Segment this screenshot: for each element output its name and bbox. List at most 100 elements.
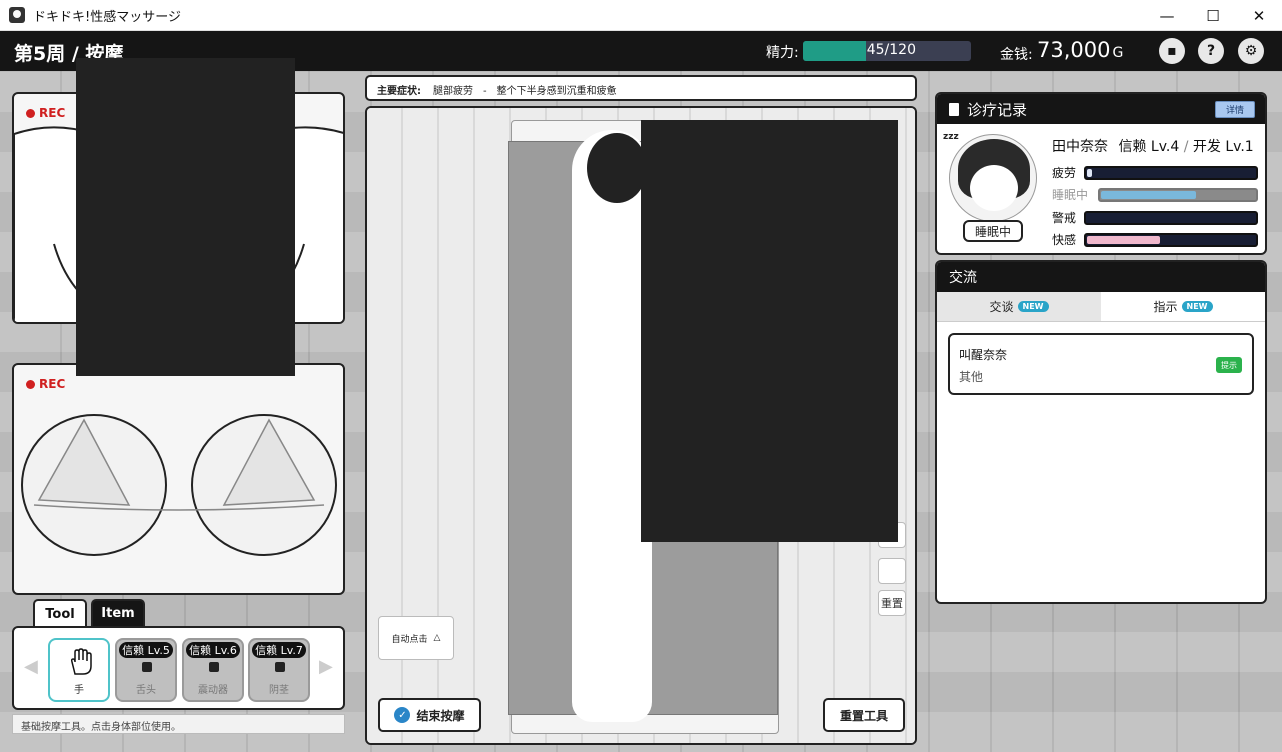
trust-level: 信赖 Lv.4 — [1118, 139, 1180, 155]
stat-fill — [1087, 235, 1160, 244]
stamina-label: 精力: — [766, 45, 799, 61]
tool-tongue[interactable]: 信赖 Lv.5 舌头 — [115, 638, 177, 702]
tab-instruct[interactable]: 指示 NEW — [1101, 292, 1265, 321]
prev-arrow-icon[interactable]: ◀ — [24, 656, 38, 677]
stamina-value: 45/120 — [866, 42, 916, 58]
tool-label: 舌头 — [136, 685, 156, 696]
rec-label: REC — [39, 377, 66, 391]
end-massage-button[interactable]: ✓ 结束按摩 — [378, 698, 481, 732]
stat-label: 疲劳 — [1052, 166, 1077, 180]
tool-label: 手 — [74, 685, 84, 696]
end-massage-label: 结束按摩 — [416, 708, 465, 723]
app-icon — [9, 7, 25, 23]
reset-view-button[interactable]: 重置 — [878, 590, 906, 616]
tab-label: 指示 — [1153, 300, 1178, 314]
tab-item[interactable]: Item — [91, 599, 145, 626]
rec-dot-icon — [26, 379, 35, 389]
symptom-bar: 主要症状: 腿部疲劳 - 整个下半身感到沉重和疲惫 — [365, 75, 917, 101]
stat-label: 快感 — [1052, 233, 1077, 247]
document-icon — [949, 102, 959, 116]
avatar — [949, 134, 1037, 222]
censor-block — [641, 120, 898, 542]
lock-icon — [142, 662, 152, 672]
help-icon[interactable]: ? — [1198, 38, 1224, 64]
sleep-zzz-icon: zzz — [943, 132, 959, 142]
next-arrow-icon[interactable]: ▶ — [319, 656, 333, 677]
stat-label: 睡眠中 — [1052, 188, 1089, 202]
status-badge: 睡眠中 — [963, 220, 1023, 242]
tool-label: 阴茎 — [269, 685, 289, 696]
stat-pleasure: 快感 — [1052, 231, 1258, 248]
rec-indicator: REC — [26, 106, 65, 120]
censor-block — [76, 58, 295, 376]
lock-icon — [275, 662, 285, 672]
tool-label: 震动器 — [198, 685, 228, 696]
tool-locked-4[interactable]: 信赖 Lv.7 阴茎 — [248, 638, 310, 702]
tab-tool[interactable]: Tool — [33, 599, 87, 628]
money-unit: G — [1112, 45, 1124, 61]
camera-view-lower: REC — [12, 363, 345, 595]
medical-record-panel: 诊疗记录 详情 zzz 睡眠中 田中奈奈 信赖 Lv.4 / 开发 Lv.1 疲… — [935, 92, 1267, 255]
stat-fill — [1101, 190, 1196, 199]
tool-tabs: Tool Item — [33, 599, 145, 628]
tool-hand[interactable]: 手 — [48, 638, 110, 702]
reset-tools-button[interactable]: 重置工具 — [823, 698, 905, 732]
minimize-button[interactable]: — — [1144, 0, 1190, 31]
auto-click-button[interactable]: 自动点击 △ — [378, 616, 454, 660]
stat-bar — [1084, 232, 1258, 247]
tab-label: 交谈 — [989, 300, 1014, 314]
money-value: 73,000 G — [1037, 38, 1123, 62]
stat-fill — [1087, 168, 1092, 177]
symptom-description: 整个下半身感到沉重和疲惫 — [496, 86, 617, 97]
rec-indicator: REC — [26, 377, 65, 391]
detail-button[interactable]: 详情 — [1215, 101, 1255, 118]
money-amount: 73,000 — [1037, 38, 1111, 62]
stat-alert: 警戒 — [1052, 209, 1258, 226]
camera-lower-art — [21, 414, 337, 556]
close-button[interactable]: ✕ — [1236, 0, 1282, 31]
stamina-fill — [803, 41, 866, 61]
exchange-tabs: 交谈 NEW 指示 NEW — [937, 292, 1265, 322]
stat-bar — [1084, 210, 1258, 225]
window-controls: — ☐ ✕ — [1144, 0, 1282, 31]
exchange-header: 交流 — [937, 262, 1265, 292]
window-titlebar: ドキドキ!性感マッサージ — ☐ ✕ — [0, 0, 1282, 31]
avatar-face — [970, 165, 1018, 211]
stat-bar — [1084, 165, 1258, 180]
tool-vibrator[interactable]: 信赖 Lv.6 震动器 — [182, 638, 244, 702]
rec-label: REC — [39, 106, 66, 120]
action-category: 其他 — [959, 370, 984, 384]
stat-sleep: 睡眠中 — [1052, 186, 1258, 203]
symptom-label: 主要症状: — [377, 86, 421, 97]
new-badge: NEW — [1017, 301, 1049, 312]
stat-label: 警戒 — [1052, 211, 1077, 225]
stamina-bar: 45/120 — [803, 41, 971, 61]
triangle-icon: △ — [433, 633, 441, 643]
stat-bar — [1098, 187, 1258, 202]
trust-requirement-badge: 信赖 Lv.6 — [186, 642, 240, 658]
tab-talk[interactable]: 交谈 NEW — [937, 292, 1101, 321]
patient-body[interactable] — [572, 130, 652, 722]
chat-icon[interactable]: ▪ — [1159, 38, 1185, 64]
auto-click-label: 自动点击 — [391, 634, 428, 645]
list-item[interactable]: 叫醒奈奈 其他 提示 — [948, 333, 1254, 395]
patient-head[interactable] — [587, 133, 647, 203]
level-divider: / — [1183, 139, 1189, 155]
blank-side-button[interactable] — [878, 558, 906, 584]
hand-icon — [70, 648, 92, 675]
trust-requirement-badge: 信赖 Lv.7 — [252, 642, 306, 658]
window-title: ドキドキ!性感マッサージ — [33, 9, 181, 25]
lock-icon — [209, 662, 219, 672]
new-badge: NEW — [1181, 301, 1213, 312]
money-label: 金钱: — [1000, 47, 1033, 63]
stat-fatigue: 疲劳 — [1052, 164, 1258, 181]
character-info: 田中奈奈 信赖 Lv.4 / 开发 Lv.1 — [1052, 136, 1254, 156]
tool-panel: ◀ 手 信赖 Lv.5 舌头 信赖 Lv.6 震动器 信赖 Lv.7 阴茎 ▶ — [12, 626, 345, 710]
symptom-area: 腿部疲劳 — [433, 86, 473, 97]
character-name: 田中奈奈 — [1052, 139, 1108, 155]
gear-icon[interactable]: ⚙ — [1238, 38, 1264, 64]
action-title: 叫醒奈奈 — [959, 348, 1008, 362]
maximize-button[interactable]: ☐ — [1190, 0, 1236, 31]
record-title: 诊疗记录 — [967, 100, 1028, 119]
rec-dot-icon — [26, 108, 35, 118]
